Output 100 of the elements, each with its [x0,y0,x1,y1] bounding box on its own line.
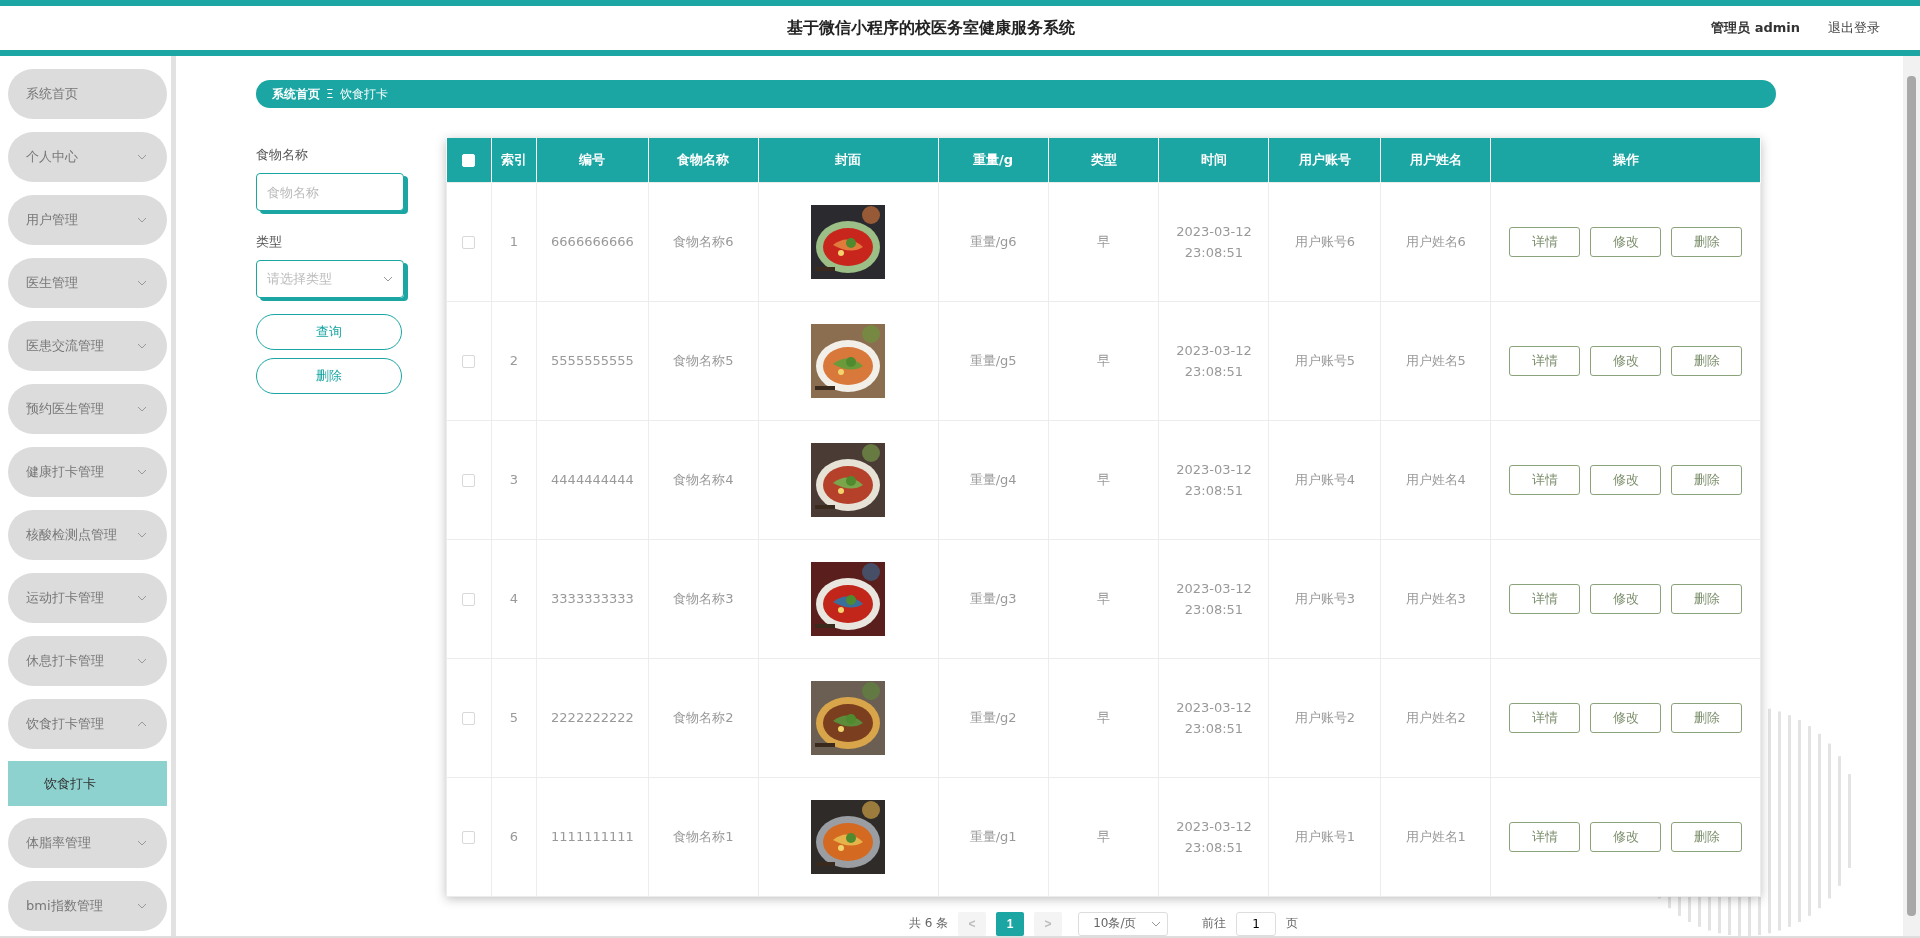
sidebar-subitem[interactable]: 饮食打卡 [8,761,167,806]
table-cell: 用户账号6 [1268,182,1381,301]
table-cell: 早 [1048,182,1159,301]
chevron-down-icon [137,406,147,412]
sidebar-item-label: 饮食打卡管理 [26,715,104,733]
table-cell: 5 [491,658,537,777]
delete-button[interactable]: 删除 [256,358,402,394]
table-cell: 早 [1048,658,1159,777]
breadcrumb-link[interactable]: 系统首页 [272,85,320,103]
table-cell: 2023-03-12 23:08:51 [1158,182,1269,301]
logout-link[interactable]: 退出登录 [1828,19,1880,37]
sidebar-item[interactable]: 个人中心 [8,132,167,182]
search-button[interactable]: 查询 [256,314,402,350]
sidebar-item[interactable]: 用户管理 [8,195,167,245]
details-button[interactable]: 详情 [1509,464,1581,495]
table-cell: 用户姓名6 [1380,182,1491,301]
chevron-down-icon [137,903,147,909]
select-all-checkbox[interactable] [462,154,476,168]
column-header: 封面 [758,138,939,182]
details-button[interactable]: 详情 [1509,345,1581,376]
delete-button[interactable]: 删除 [1671,226,1743,257]
chevron-down-icon [137,343,147,349]
delete-button[interactable]: 删除 [1671,464,1743,495]
goto-label: 前往 [1202,915,1227,932]
table-cell: 用户姓名2 [1380,658,1491,777]
chevron-down-icon [137,532,147,538]
table-cell: 早 [1048,420,1159,539]
table-cell: 5555555555 [536,301,649,420]
row-checkbox[interactable] [462,712,476,725]
table-cell: 用户账号5 [1268,301,1381,420]
sidebar-item[interactable]: 健康打卡管理 [8,447,167,497]
row-checkbox[interactable] [462,831,476,844]
sidebar-item[interactable]: 运动打卡管理 [8,573,167,623]
sidebar-item-label: 运动打卡管理 [26,589,104,607]
table-cell: 2 [491,301,537,420]
scrollbar[interactable] [1903,56,1920,936]
column-header: 用户姓名 [1380,138,1491,182]
table-cell: 用户姓名4 [1380,420,1491,539]
edit-button[interactable]: 修改 [1590,464,1662,495]
table-cell: 早 [1048,777,1159,896]
sidebar-item-label: bmi指数管理 [26,897,103,915]
table-cell: 用户账号2 [1268,658,1381,777]
edit-button[interactable]: 修改 [1590,226,1662,257]
search-field[interactable]: 食物名称 [256,173,404,211]
details-button[interactable]: 详情 [1509,583,1581,614]
sidebar-item[interactable]: 系统首页 [8,69,167,119]
row-checkbox[interactable] [462,593,476,606]
sidebar-item[interactable]: 休息打卡管理 [8,636,167,686]
page-button[interactable]: 1 [996,911,1025,936]
delete-button[interactable]: 删除 [1671,702,1743,733]
table-cell: 用户账号4 [1268,420,1381,539]
table-cell: 食物名称4 [648,420,759,539]
row-checkbox[interactable] [462,355,476,368]
table-cell: 6 [491,777,537,896]
sidebar-item-label: 系统首页 [26,85,78,103]
table-cell: 用户姓名3 [1380,539,1491,658]
breadcrumb-link[interactable]: 饮食打卡 [339,85,388,103]
edit-button[interactable]: 修改 [1590,583,1662,614]
table-cell: 2023-03-12 23:08:51 [1158,420,1269,539]
row-checkbox[interactable] [462,474,476,487]
table-cell: 4444444444 [536,420,649,539]
delete-button[interactable]: 删除 [1671,345,1743,376]
sidebar-item[interactable]: 核酸检测点管理 [8,510,167,560]
details-button[interactable]: 详情 [1509,702,1581,733]
details-button[interactable]: 详情 [1509,821,1581,852]
column-header: 用户账号 [1268,138,1381,182]
sidebar-item[interactable]: bmi指数管理 [8,881,167,931]
table-cell: 用户姓名1 [1380,777,1491,896]
page-input[interactable]: 1 [1236,911,1277,936]
sidebar-item-label: 个人中心 [26,148,78,166]
table-cell: 重量/g1 [938,777,1049,896]
field-label: 类型 [256,233,283,251]
table-cell: 4 [491,539,537,658]
app-title: 基于微信小程序的校医务室健康服务系统 [785,17,1076,39]
chevron-down-icon [383,276,393,282]
table-cell: 1111111111 [536,777,649,896]
sidebar-item-label: 休息打卡管理 [26,652,104,670]
edit-button[interactable]: 修改 [1590,702,1662,733]
table-cell: 用户账号1 [1268,777,1381,896]
sidebar-item[interactable]: 体脂率管理 [8,818,167,868]
table-cell: 6666666666 [536,182,649,301]
sidebar-item[interactable]: 医患交流管理 [8,321,167,371]
edit-button[interactable]: 修改 [1590,345,1662,376]
sidebar-item[interactable]: 预约医生管理 [8,384,167,434]
details-button[interactable]: 详情 [1509,226,1581,257]
table-cell: 早 [1048,301,1159,420]
page-size-select[interactable]: 10条/页 [1078,911,1169,936]
edit-button[interactable]: 修改 [1590,821,1662,852]
table-cell: 食物名称5 [648,301,759,420]
chevron-down-icon [137,280,147,286]
delete-button[interactable]: 删除 [1671,821,1743,852]
field-label: 食物名称 [256,146,309,164]
sidebar-item-label: 医生管理 [26,274,78,292]
table-cell: 3333333333 [536,539,649,658]
sidebar-item[interactable]: 医生管理 [8,258,167,308]
sidebar-item[interactable]: 饮食打卡管理 [8,699,167,749]
delete-button[interactable]: 删除 [1671,583,1743,614]
sidebar-item-label: 用户管理 [26,211,78,229]
table-cell: 重量/g2 [938,658,1049,777]
row-checkbox[interactable] [462,236,476,249]
